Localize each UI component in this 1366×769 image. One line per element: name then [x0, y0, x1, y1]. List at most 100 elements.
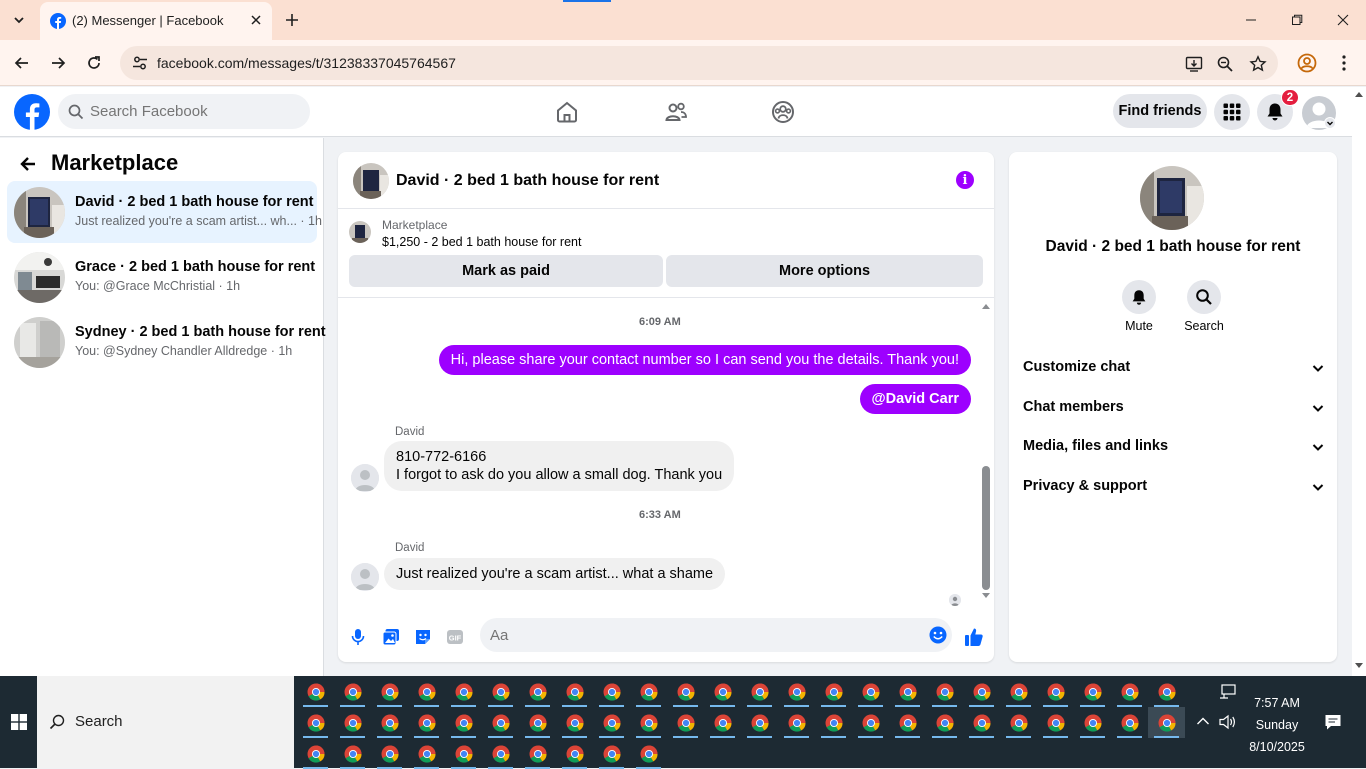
- chrome-taskbar-icon[interactable]: [778, 707, 815, 738]
- chrome-taskbar-icon[interactable]: [408, 738, 445, 769]
- chrome-taskbar-icon[interactable]: [741, 707, 778, 738]
- chrome-taskbar-icon[interactable]: [852, 707, 889, 738]
- chat-members-section[interactable]: Chat members: [1015, 390, 1331, 426]
- chrome-taskbar-icon[interactable]: [371, 738, 408, 769]
- taskbar-clock[interactable]: 7:57 AM Sunday 8/10/2025: [1240, 692, 1314, 758]
- conversation-title[interactable]: David · 2 bed 1 bath house for rent: [396, 172, 659, 190]
- chrome-taskbar-icon[interactable]: [1037, 707, 1074, 738]
- show-hidden-icons-chevron-icon[interactable]: [1196, 716, 1210, 726]
- chrome-taskbar-icon[interactable]: [445, 738, 482, 769]
- chrome-taskbar-icon[interactable]: [704, 707, 741, 738]
- zoom-icon[interactable]: [1215, 54, 1235, 74]
- account-chevron-icon[interactable]: [1324, 117, 1336, 129]
- conversation-avatar[interactable]: [353, 163, 389, 199]
- photo-icon[interactable]: [380, 626, 402, 648]
- microphone-icon[interactable]: [347, 626, 369, 648]
- chrome-taskbar-icon[interactable]: [371, 707, 408, 738]
- chrome-taskbar-icon[interactable]: [630, 676, 667, 707]
- mark-as-paid-button[interactable]: Mark as paid: [349, 255, 663, 287]
- chrome-taskbar-icon[interactable]: [926, 707, 963, 738]
- back-button[interactable]: [9, 50, 35, 76]
- chrome-taskbar-icon[interactable]: [1000, 707, 1037, 738]
- message-input[interactable]: [490, 618, 910, 652]
- chrome-taskbar-icon[interactable]: [334, 738, 371, 769]
- chrome-taskbar-icon[interactable]: [1037, 676, 1074, 707]
- chrome-taskbar-icon[interactable]: [519, 676, 556, 707]
- sticker-icon[interactable]: [412, 626, 434, 648]
- menu-grid-button[interactable]: [1214, 94, 1250, 130]
- chrome-taskbar-icon[interactable]: [815, 676, 852, 707]
- chrome-taskbar-icon[interactable]: [1074, 707, 1111, 738]
- chrome-taskbar-icon[interactable]: [334, 676, 371, 707]
- chrome-taskbar-icon[interactable]: [1000, 676, 1037, 707]
- minimize-window-button[interactable]: [1228, 0, 1274, 40]
- volume-icon[interactable]: [1219, 714, 1237, 730]
- tab-search-button[interactable]: [6, 8, 32, 32]
- sender-avatar[interactable]: [351, 464, 379, 492]
- browser-tab[interactable]: (2) Messenger | Facebook: [40, 2, 272, 40]
- chrome-taskbar-icon[interactable]: [889, 676, 926, 707]
- chat-item-grace[interactable]: Grace · 2 bed 1 bath house for rent You:…: [7, 246, 317, 308]
- facebook-search-box[interactable]: [58, 94, 310, 129]
- gif-icon[interactable]: GIF: [444, 626, 466, 648]
- facebook-search-input[interactable]: [90, 94, 300, 129]
- chrome-taskbar-icon[interactable]: [445, 676, 482, 707]
- bookmark-star-icon[interactable]: [1248, 54, 1268, 74]
- chrome-taskbar-icon[interactable]: [852, 676, 889, 707]
- facebook-logo-icon[interactable]: [14, 94, 50, 130]
- incoming-message[interactable]: 810-772-6166 I forgot to ask do you allo…: [384, 441, 735, 491]
- chrome-taskbar-icon[interactable]: [556, 738, 593, 769]
- reload-button[interactable]: [81, 50, 107, 76]
- nav-home[interactable]: [547, 96, 587, 128]
- profile-icon[interactable]: [1296, 52, 1318, 74]
- network-icon[interactable]: [1218, 684, 1238, 700]
- chrome-taskbar-icon[interactable]: [926, 676, 963, 707]
- chrome-taskbar-icon[interactable]: [297, 676, 334, 707]
- taskbar-search-box[interactable]: Search: [37, 676, 294, 768]
- message-input-wrapper[interactable]: [480, 618, 952, 652]
- message-scrollbar[interactable]: [979, 300, 991, 600]
- chrome-taskbar-icon[interactable]: [334, 707, 371, 738]
- find-friends-button[interactable]: Find friends: [1113, 94, 1207, 128]
- incoming-message[interactable]: Just realized you're a scam artist... wh…: [384, 558, 726, 590]
- install-app-icon[interactable]: [1184, 54, 1204, 74]
- chrome-taskbar-icon[interactable]: [482, 707, 519, 738]
- privacy-support-section[interactable]: Privacy & support: [1015, 469, 1331, 505]
- new-tab-button[interactable]: [282, 10, 302, 30]
- chrome-taskbar-icon[interactable]: [519, 738, 556, 769]
- listing-price[interactable]: $1,250 - 2 bed 1 bath house for rent: [382, 235, 581, 249]
- chrome-taskbar-icon[interactable]: [297, 707, 334, 738]
- chrome-taskbar-icon[interactable]: [889, 707, 926, 738]
- chrome-taskbar-icon[interactable]: [297, 738, 334, 769]
- close-window-button[interactable]: [1320, 0, 1366, 40]
- more-options-button[interactable]: More options: [666, 255, 983, 287]
- chrome-taskbar-icon[interactable]: [667, 707, 704, 738]
- info-icon[interactable]: i: [956, 171, 974, 189]
- close-tab-icon[interactable]: [248, 12, 264, 28]
- chrome-taskbar-icon[interactable]: [704, 676, 741, 707]
- nav-groups[interactable]: [763, 96, 803, 128]
- chrome-taskbar-icon[interactable]: [482, 738, 519, 769]
- forward-button[interactable]: [45, 50, 71, 76]
- chrome-taskbar-icon[interactable]: [630, 707, 667, 738]
- chrome-taskbar-icon[interactable]: [1074, 676, 1111, 707]
- listing-thumbnail[interactable]: [349, 221, 371, 243]
- chrome-taskbar-icon[interactable]: [482, 676, 519, 707]
- start-button[interactable]: [0, 676, 37, 768]
- chrome-taskbar-icon[interactable]: [963, 707, 1000, 738]
- chrome-taskbar-icon[interactable]: [408, 707, 445, 738]
- outgoing-message[interactable]: @David Carr: [859, 384, 971, 414]
- search-in-conversation-button[interactable]: Search: [1174, 280, 1234, 333]
- chrome-taskbar-icon[interactable]: [1148, 707, 1185, 738]
- chrome-taskbar-icon[interactable]: [778, 676, 815, 707]
- browser-menu-icon[interactable]: [1333, 52, 1355, 74]
- chrome-taskbar-icon[interactable]: [445, 707, 482, 738]
- mute-button[interactable]: Mute: [1109, 280, 1169, 333]
- chrome-taskbar-icon[interactable]: [556, 676, 593, 707]
- chrome-taskbar-icon[interactable]: [371, 676, 408, 707]
- conversation-info-avatar[interactable]: [1140, 166, 1204, 230]
- scrollbar-thumb[interactable]: [982, 466, 990, 590]
- chrome-taskbar-icon[interactable]: [667, 676, 704, 707]
- chrome-taskbar-icon[interactable]: [963, 676, 1000, 707]
- chat-item-sydney[interactable]: Sydney · 2 bed 1 bath house for rent You…: [7, 311, 326, 373]
